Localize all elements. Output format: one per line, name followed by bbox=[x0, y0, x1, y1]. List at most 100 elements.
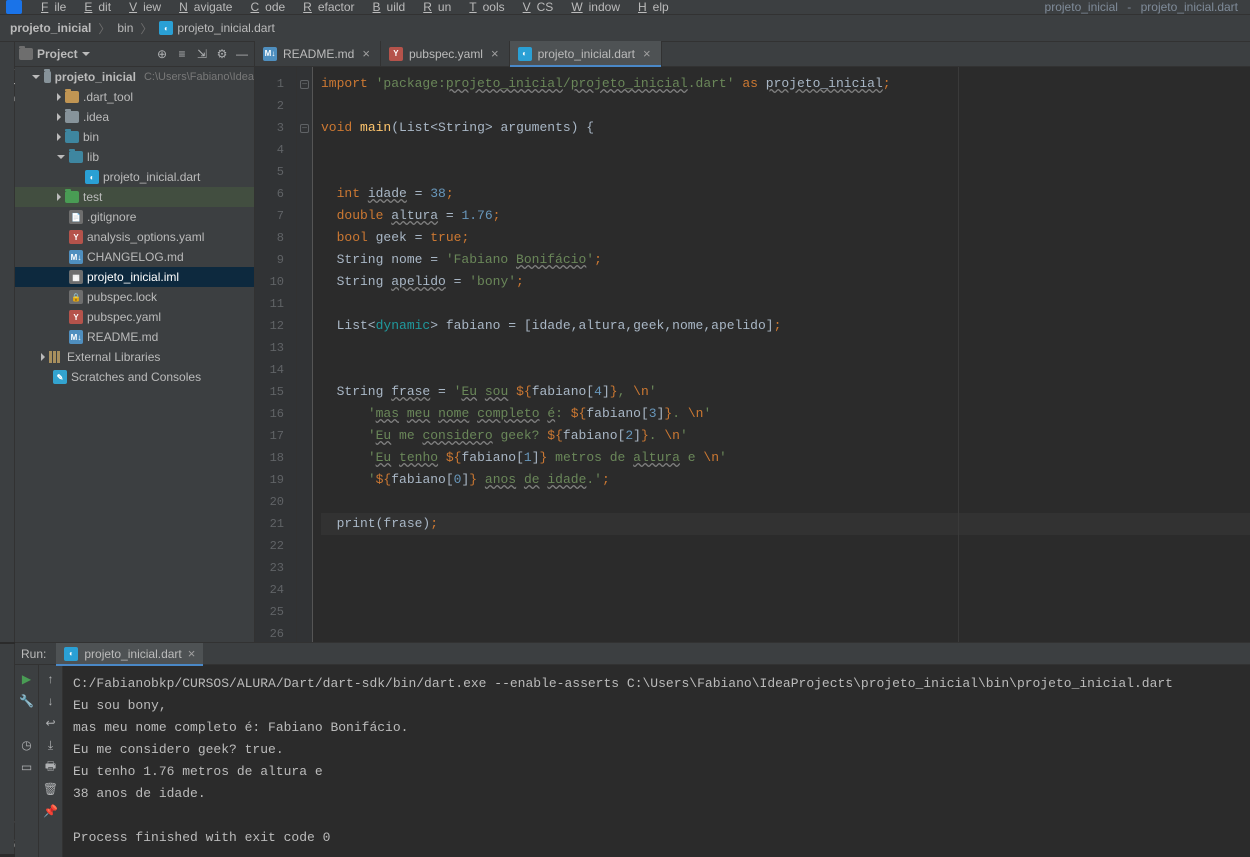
settings-gear-icon[interactable]: ⚙ bbox=[214, 46, 230, 62]
sidebar-tab-structure[interactable]: Structure bbox=[0, 644, 15, 854]
clear-all-icon[interactable]: 🗑 bbox=[43, 781, 59, 797]
dart-file-icon: ◐ bbox=[85, 170, 99, 184]
code-line-3[interactable]: void main(List<String> arguments) { bbox=[321, 117, 1250, 139]
code-line-2[interactable] bbox=[321, 95, 1250, 117]
menu-navigate[interactable]: Navigate bbox=[167, 0, 238, 14]
breadcrumb-file[interactable]: ◐ projeto_inicial.dart bbox=[155, 21, 278, 35]
tree-item-pubspec-yaml[interactable]: Ypubspec.yaml bbox=[15, 307, 254, 327]
folding-gutter[interactable]: −− bbox=[297, 67, 313, 642]
tree-item-external-libraries[interactable]: External Libraries bbox=[15, 347, 254, 367]
code-line-21[interactable]: print(frase); bbox=[321, 513, 1250, 535]
app-logo-icon bbox=[6, 0, 22, 14]
tree-item--dart-tool[interactable]: .dart_tool bbox=[15, 87, 254, 107]
code-line-20[interactable] bbox=[321, 491, 1250, 513]
breadcrumb-root[interactable]: projeto_inicial bbox=[6, 21, 95, 35]
tree-item-pubspec-lock[interactable]: 🔒pubspec.lock bbox=[15, 287, 254, 307]
code-line-16[interactable]: 'mas meu nome completo é: ${fabiano[3]}.… bbox=[321, 403, 1250, 425]
run-tab[interactable]: ◐ projeto_inicial.dart × bbox=[56, 643, 203, 665]
code-area[interactable]: 1234567891011121314151617181920212223242… bbox=[255, 67, 1250, 642]
yaml-file-icon: Y bbox=[69, 310, 83, 324]
editor-tab-readme-md[interactable]: M↓README.md× bbox=[255, 41, 381, 66]
code-line-5[interactable] bbox=[321, 161, 1250, 183]
close-icon[interactable]: × bbox=[641, 46, 653, 61]
close-icon[interactable]: × bbox=[489, 46, 501, 61]
menu-build[interactable]: Build bbox=[361, 0, 412, 14]
menu-view[interactable]: View bbox=[117, 0, 167, 14]
run-profile-icon[interactable]: ◷ bbox=[19, 737, 35, 753]
project-tree[interactable]: projeto_inicialC:\Users\Fabiano\Idea.dar… bbox=[15, 67, 254, 642]
editor-tab-pubspec-yaml[interactable]: Ypubspec.yaml× bbox=[381, 41, 510, 66]
run-body: ▶ 🔧 ◷ ▭ ↑ ↓ ↩ ⤓ 🖶 🗑 📌 C:/Fabianobkp/CURS… bbox=[15, 665, 1250, 857]
code-line-19[interactable]: '${fabiano[0]} anos de idade.'; bbox=[321, 469, 1250, 491]
scroll-to-end-icon[interactable]: ⤓ bbox=[43, 737, 59, 753]
debug-config-icon[interactable]: 🔧 bbox=[19, 693, 35, 709]
code-line-22[interactable] bbox=[321, 535, 1250, 557]
select-opened-file-icon[interactable]: ⊕ bbox=[154, 46, 170, 62]
collapse-all-icon[interactable]: ⇲ bbox=[194, 46, 210, 62]
down-stack-icon[interactable]: ↓ bbox=[43, 693, 59, 709]
code-line-23[interactable] bbox=[321, 557, 1250, 579]
menu-vcs[interactable]: VCS bbox=[511, 0, 560, 14]
editor-tab-projeto-inicial-dart[interactable]: ◐projeto_inicial.dart× bbox=[510, 41, 662, 66]
tree-item-readme-md[interactable]: M↓README.md bbox=[15, 327, 254, 347]
stop-icon[interactable] bbox=[19, 715, 35, 731]
rerun-icon[interactable]: ▶ bbox=[19, 671, 35, 687]
tree-item--gitignore[interactable]: 📄.gitignore bbox=[15, 207, 254, 227]
code-line-10[interactable]: String apelido = 'bony'; bbox=[321, 271, 1250, 293]
project-panel-title[interactable]: Project bbox=[19, 47, 150, 61]
menu-window[interactable]: Window bbox=[559, 0, 626, 14]
code-line-24[interactable] bbox=[321, 579, 1250, 601]
chevron-right-icon bbox=[57, 93, 61, 101]
pin-icon[interactable]: 📌 bbox=[43, 803, 59, 819]
layout-icon[interactable]: ▭ bbox=[19, 759, 35, 775]
tree-item-analysis-options-yaml[interactable]: Yanalysis_options.yaml bbox=[15, 227, 254, 247]
iml-file-icon: ▦ bbox=[69, 270, 83, 284]
tree-item--idea[interactable]: .idea bbox=[15, 107, 254, 127]
tree-item-projeto-inicial-dart[interactable]: ◐projeto_inicial.dart bbox=[15, 167, 254, 187]
markdown-file-icon: M↓ bbox=[69, 330, 83, 344]
code-line-4[interactable] bbox=[321, 139, 1250, 161]
code-line-25[interactable] bbox=[321, 601, 1250, 623]
breadcrumb-folder[interactable]: bin bbox=[113, 21, 137, 35]
sidebar-tab-project[interactable]: Project bbox=[0, 42, 15, 642]
code-line-12[interactable]: List<dynamic> fabiano = [idade,altura,ge… bbox=[321, 315, 1250, 337]
tree-item-test[interactable]: test bbox=[15, 187, 254, 207]
menu-tools[interactable]: Tools bbox=[457, 0, 510, 14]
run-title: Run: bbox=[21, 647, 46, 661]
line-number-gutter[interactable]: 1234567891011121314151617181920212223242… bbox=[255, 67, 297, 642]
code-line-13[interactable] bbox=[321, 337, 1250, 359]
code-line-1[interactable]: import 'package:projeto_inicial/projeto_… bbox=[321, 73, 1250, 95]
menu-run[interactable]: Run bbox=[411, 0, 457, 14]
hide-panel-icon[interactable]: — bbox=[234, 46, 250, 62]
menu-code[interactable]: Code bbox=[238, 0, 291, 14]
soft-wrap-icon[interactable]: ↩ bbox=[43, 715, 59, 731]
code-editor[interactable]: import 'package:projeto_inicial/projeto_… bbox=[313, 67, 1250, 642]
menu-help[interactable]: Help bbox=[626, 0, 675, 14]
menu-refactor[interactable]: Refactor bbox=[291, 0, 360, 14]
code-line-7[interactable]: double altura = 1.76; bbox=[321, 205, 1250, 227]
code-line-14[interactable] bbox=[321, 359, 1250, 381]
code-line-17[interactable]: 'Eu me considero geek? ${fabiano[2]}. \n… bbox=[321, 425, 1250, 447]
code-line-26[interactable] bbox=[321, 623, 1250, 642]
tree-item-lib[interactable]: lib bbox=[15, 147, 254, 167]
expand-all-icon[interactable]: ≡ bbox=[174, 46, 190, 62]
code-line-8[interactable]: bool geek = true; bbox=[321, 227, 1250, 249]
run-output[interactable]: C:/Fabianobkp/CURSOS/ALURA/Dart/dart-sdk… bbox=[63, 665, 1250, 857]
close-icon[interactable]: × bbox=[360, 46, 372, 61]
code-line-15[interactable]: String frase = 'Eu sou ${fabiano[4]}, \n… bbox=[321, 381, 1250, 403]
print-icon[interactable]: 🖶 bbox=[43, 759, 59, 775]
code-line-11[interactable] bbox=[321, 293, 1250, 315]
tree-item-changelog-md[interactable]: M↓CHANGELOG.md bbox=[15, 247, 254, 267]
tree-item-scratches-and-consoles[interactable]: ✎Scratches and Consoles bbox=[15, 367, 254, 387]
code-line-9[interactable]: String nome = 'Fabiano Bonifácio'; bbox=[321, 249, 1250, 271]
menu-edit[interactable]: Edit bbox=[72, 0, 117, 14]
code-line-18[interactable]: 'Eu tenho ${fabiano[1]} metros de altura… bbox=[321, 447, 1250, 469]
tree-item-projeto-inicial[interactable]: projeto_inicialC:\Users\Fabiano\Idea bbox=[15, 67, 254, 87]
tree-item-bin[interactable]: bin bbox=[15, 127, 254, 147]
menu-file[interactable]: File bbox=[29, 0, 72, 14]
up-stack-icon[interactable]: ↑ bbox=[43, 671, 59, 687]
chevron-down-icon bbox=[82, 52, 90, 56]
tree-item-projeto-inicial-iml[interactable]: ▦projeto_inicial.iml bbox=[15, 267, 254, 287]
close-icon[interactable]: × bbox=[188, 646, 196, 661]
code-line-6[interactable]: int idade = 38; bbox=[321, 183, 1250, 205]
